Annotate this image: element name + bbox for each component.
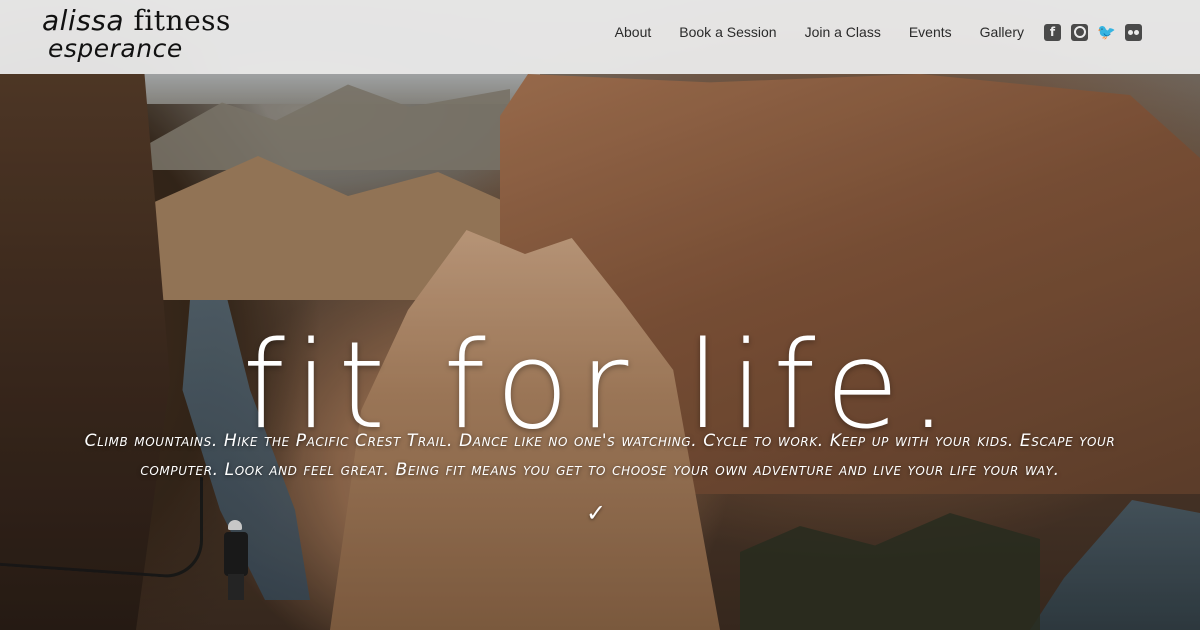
twitter-icon[interactable]: 🐦 xyxy=(1097,23,1116,41)
flickr-icon[interactable] xyxy=(1125,23,1142,41)
facebook-icon[interactable]: f xyxy=(1044,23,1061,41)
nav-join-a-class[interactable]: Join a Class xyxy=(805,24,881,40)
social-links: f 🐦 xyxy=(1044,23,1142,41)
main-nav: About Book a Session Join a Class Events… xyxy=(615,21,1142,43)
nav-book-a-session[interactable]: Book a Session xyxy=(679,24,776,40)
site-header: alissa fitness esperance About Book a Se… xyxy=(0,0,1200,74)
nav-gallery[interactable]: Gallery xyxy=(980,24,1024,40)
instagram-icon[interactable] xyxy=(1071,23,1088,41)
logo-text: alissa fitness xyxy=(42,4,231,37)
logo-subtext: esperance xyxy=(48,34,183,63)
hero-tagline: Climb mountains. Hike the Pacific Crest … xyxy=(84,431,1116,480)
nav-about[interactable]: About xyxy=(615,24,652,40)
site-logo[interactable]: alissa fitness esperance xyxy=(42,4,232,68)
nav-events[interactable]: Events xyxy=(909,24,952,40)
scroll-down-indicator[interactable]: ✓ xyxy=(584,498,608,528)
